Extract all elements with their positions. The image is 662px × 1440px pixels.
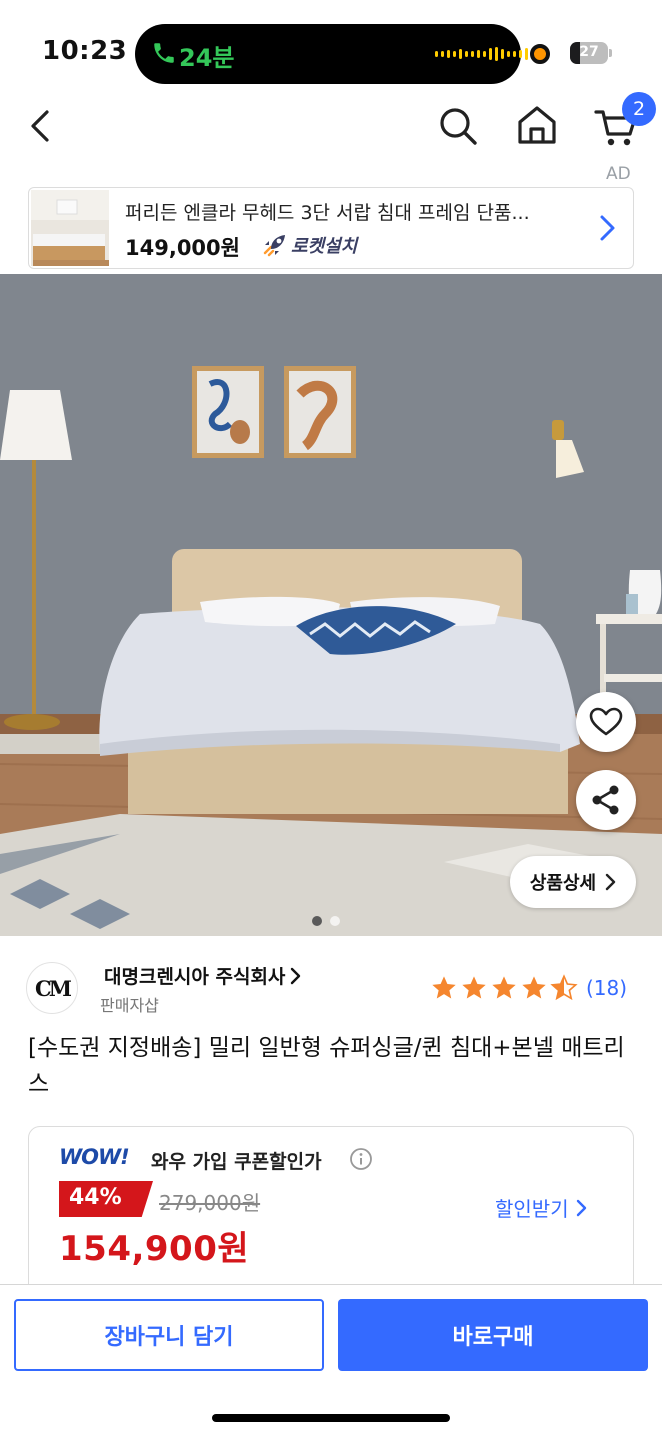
star-icon [432,976,456,999]
wishlist-button[interactable] [576,692,636,752]
star-icon [522,976,546,999]
add-to-cart-button[interactable]: 장바구니 담기 [14,1299,324,1371]
ad-price: 149,000원 [125,236,240,260]
status-bar: 10:23 24분 27 [0,0,662,100]
seller-name: 대명크렌시아 주식회사 [104,966,286,988]
wow-coupon-label: 와우 가입 쿠폰할인가 [151,1151,322,1173]
battery-level: 27 [579,44,599,60]
ad-title: 퍼리든 엔클라 무헤드 3단 서랍 침대 프레임 단품... [125,202,530,224]
call-duration: 24분 [179,44,235,72]
product-detail-label: 상품상세 [529,873,597,894]
heart-icon [589,707,623,736]
chevron-right-icon[interactable] [595,212,619,244]
home-icon[interactable] [514,102,560,148]
discount-rate: 44% [69,1185,122,1210]
product-rating[interactable]: (18) [430,974,627,1002]
product-detail-button[interactable]: 상품상세 [510,856,636,908]
get-discount-label: 할인받기 [495,1197,569,1221]
get-discount-link[interactable]: 할인받기 [495,1193,587,1222]
chevron-right-icon [291,967,301,984]
rocket-icon [263,235,285,257]
dynamic-island[interactable]: 24분 [135,24,528,84]
buy-now-button[interactable]: 바로구매 [338,1299,648,1371]
search-icon[interactable] [436,104,480,148]
chevron-right-icon [605,873,616,891]
recording-indicator-icon [530,44,550,64]
ad-banner[interactable]: 퍼리든 엔클라 무헤드 3단 서랍 침대 프레임 단품... 149,000원 … [28,187,634,269]
ad-product-thumbnail [31,190,109,266]
battery-icon: 27 [570,42,608,64]
gallery-page-indicator [312,916,340,926]
phone-icon [154,43,174,63]
ad-label: AD [606,164,631,184]
seller-logo[interactable]: CM [26,962,78,1014]
info-icon[interactable] [349,1147,373,1171]
original-price: 279,000원 [159,1191,261,1215]
discount-badge: 44% [59,1181,153,1217]
seller-type: 판매자샵 [100,996,159,1015]
rocket-install-badge: 로켓설치 [261,232,357,258]
page-dot-active [312,916,322,926]
review-count[interactable]: (18) [586,976,627,1000]
rocket-install-label: 로켓설치 [291,236,358,257]
seller-logo-text: CM [35,975,72,1001]
product-image-gallery[interactable]: 상품상세 [0,274,662,936]
wow-logo: WOW! [59,1145,130,1169]
chevron-right-icon [576,1199,586,1216]
share-button[interactable] [576,770,636,830]
audio-wave-icon [435,47,528,61]
product-photo [0,274,662,936]
star-icon [462,976,486,999]
product-title: [수도권 지정배송] 밀리 일반형 슈퍼싱글/퀸 침대+본넬 매트리스 [28,1035,625,1097]
page-dot [330,916,340,926]
star-icon [492,976,516,999]
cart-count-badge: 2 [622,92,656,126]
chevron-left-icon[interactable] [20,104,60,148]
sale-price: 154,900원 [59,1229,250,1269]
star-half-icon [550,974,578,1001]
share-icon [592,785,619,815]
status-time: 10:23 [42,36,128,66]
home-indicator[interactable] [212,1414,450,1422]
seller-name-link[interactable]: 대명크렌시아 주식회사 [104,962,301,989]
